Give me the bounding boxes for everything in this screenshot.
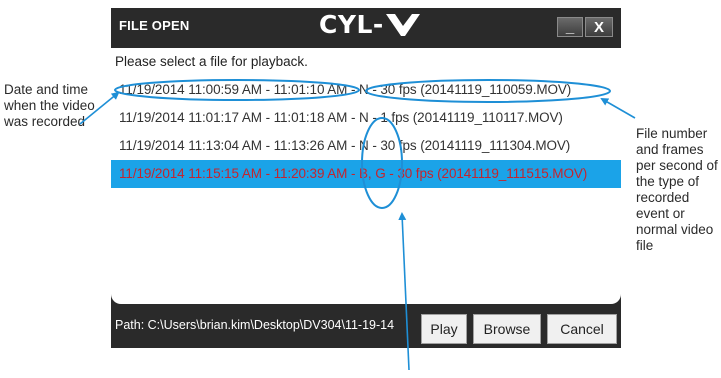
event-type-arrow — [398, 212, 410, 371]
annotation-overlay — [79, 79, 636, 371]
date-time-ellipse — [114, 79, 360, 101]
event-type-ellipse — [361, 117, 403, 209]
file-info-arrow — [600, 98, 636, 119]
date-time-arrow — [79, 91, 120, 125]
file-info-ellipse — [365, 79, 611, 103]
